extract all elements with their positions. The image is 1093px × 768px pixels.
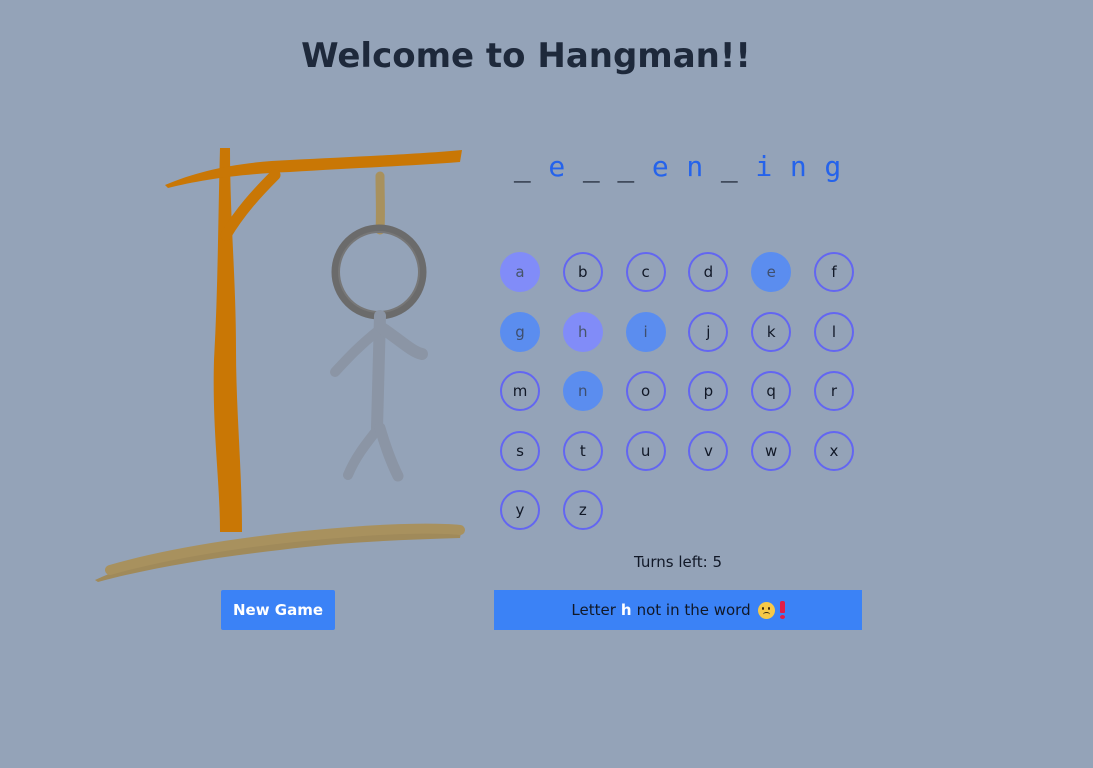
word-blank: _ [720, 150, 738, 183]
letter-key-z[interactable]: z [562, 490, 603, 530]
gallows-brace [220, 169, 281, 241]
message-suffix: not in the word [636, 601, 751, 619]
message-prefix: Letter [571, 601, 616, 619]
letter-key-o[interactable]: o [625, 371, 666, 411]
hangman-drawing [95, 148, 465, 582]
letter-key-e[interactable]: e [751, 252, 792, 292]
letter-key-a[interactable]: a [500, 252, 540, 292]
hangman-head [331, 224, 427, 320]
letter-key-c[interactable]: c [625, 252, 666, 292]
letter-key-v[interactable]: v [688, 430, 729, 471]
letter-key-i[interactable]: i [625, 311, 666, 352]
letter-key-h[interactable]: h [562, 311, 603, 352]
hangman-left-arm [330, 325, 384, 377]
letter-key-w[interactable]: w [751, 430, 792, 471]
letter-keyboard: abcdef ghijkl mnopqr stuvwx yz [500, 252, 880, 530]
word-display: _ e _ _ e n _ i n g [505, 150, 850, 183]
letter-key-r[interactable]: r [813, 371, 854, 411]
letter-key-j[interactable]: j [688, 311, 729, 352]
hangman-right-arm [376, 322, 428, 360]
letter-key-t[interactable]: t [562, 430, 603, 471]
word-letter: e [548, 150, 566, 183]
word-letter: e [651, 150, 669, 183]
message-letter: h [620, 601, 632, 619]
word-blank: _ [513, 150, 531, 183]
page-title: Welcome to Hangman!! [301, 36, 751, 76]
letter-key-d[interactable]: d [688, 252, 729, 292]
letter-key-x[interactable]: x [813, 430, 854, 471]
letter-key-k[interactable]: k [751, 311, 792, 352]
letter-key-l[interactable]: l [813, 311, 854, 352]
word-letter: i [755, 150, 773, 183]
letter-key-b[interactable]: b [562, 252, 603, 292]
gallows-beam [165, 150, 462, 188]
letter-key-n[interactable]: n [562, 371, 603, 411]
word-letter: g [824, 150, 842, 183]
word-blank: _ [582, 150, 600, 183]
letter-key-q[interactable]: q [751, 371, 792, 411]
turns-left: Turns left: 5 [633, 553, 723, 571]
sad-face-icon [757, 601, 775, 619]
exclamation-icon [779, 601, 785, 619]
hangman-left-leg [343, 425, 382, 480]
hangman-right-leg [374, 422, 404, 482]
word-blank: _ [617, 150, 635, 183]
word-letter: n [686, 150, 704, 183]
gallows-pole [213, 148, 242, 532]
word-letter: n [789, 150, 807, 183]
letter-key-p[interactable]: p [688, 371, 729, 411]
new-game-button[interactable]: New Game [221, 590, 335, 630]
letter-key-y[interactable]: y [500, 490, 540, 530]
letter-key-u[interactable]: u [625, 430, 666, 471]
letter-key-g[interactable]: g [500, 311, 540, 352]
letter-key-f[interactable]: f [813, 252, 854, 292]
letter-key-s[interactable]: s [500, 430, 540, 471]
letter-key-m[interactable]: m [500, 371, 540, 411]
status-message: Letter h not in the word [494, 590, 862, 630]
